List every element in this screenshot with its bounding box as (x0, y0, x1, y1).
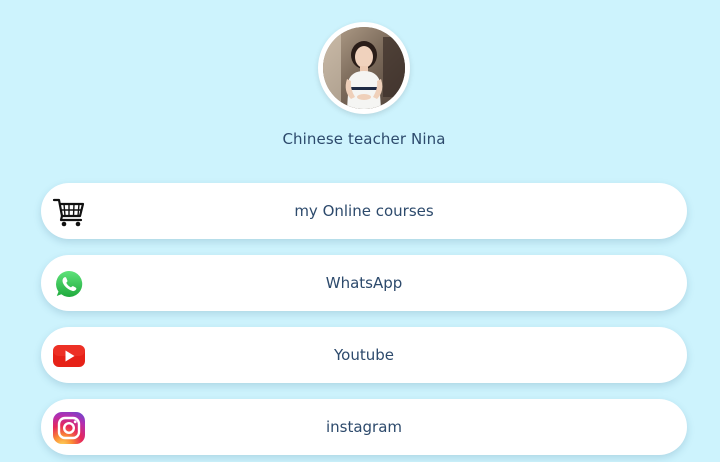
online-courses-label: my Online courses (294, 202, 434, 220)
profile-photo (323, 27, 405, 109)
youtube-label: Youtube (334, 346, 394, 364)
whatsapp-label: WhatsApp (325, 274, 403, 292)
instagram-label: instagram (325, 418, 403, 436)
online-courses-button[interactable]: my Online courses (41, 183, 687, 239)
link-page: Chinese teacher Nina my Online courses W… (0, 0, 720, 462)
instagram-button[interactable]: instagram (41, 399, 687, 455)
youtube-button[interactable]: Youtube (41, 327, 687, 383)
profile-name: Chinese teacher Nina (282, 130, 446, 148)
avatar (318, 22, 410, 114)
whatsapp-button[interactable]: WhatsApp (41, 255, 687, 311)
